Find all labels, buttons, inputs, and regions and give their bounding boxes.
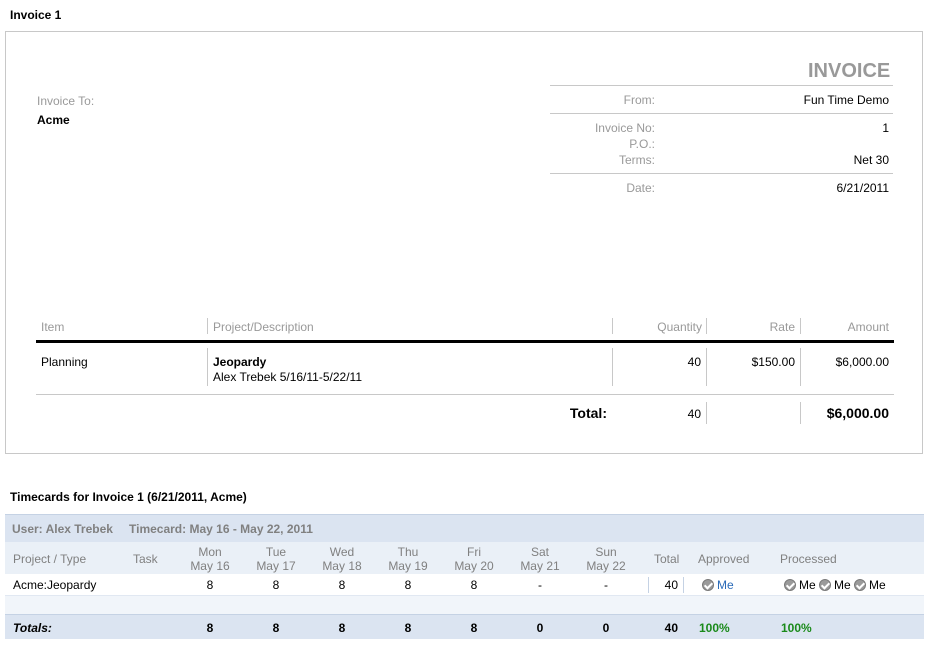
column-separator bbox=[648, 577, 649, 593]
row-hours-fri: 8 bbox=[470, 578, 478, 592]
terms-value: Net 30 bbox=[853, 153, 889, 167]
column-separator bbox=[207, 348, 208, 386]
column-header-item: Item bbox=[41, 320, 65, 334]
column-header-fri: Fri May 20 bbox=[454, 545, 494, 573]
invoice-no-label: Invoice No: bbox=[594, 121, 655, 135]
column-separator bbox=[683, 577, 684, 593]
invoice-to-value: Acme bbox=[37, 113, 70, 127]
totals-sun: 0 bbox=[602, 621, 610, 635]
totals-fri: 8 bbox=[470, 621, 478, 635]
table-row-spacer bbox=[5, 595, 924, 614]
totals-wed: 8 bbox=[338, 621, 346, 635]
row-project: Acme:Jeopardy bbox=[13, 578, 97, 592]
line-item: Planning bbox=[41, 355, 88, 369]
line-description: Alex Trebek 5/16/11-5/22/11 bbox=[213, 370, 362, 384]
line-project: Jeopardy bbox=[213, 355, 267, 369]
invoice-no-value: 1 bbox=[882, 121, 889, 135]
timecard-column-header: Project / Type Task Mon May 16 Tue May 1… bbox=[5, 542, 924, 574]
invoice-heading: INVOICE bbox=[808, 60, 891, 82]
column-header-sun: Sun May 22 bbox=[586, 545, 626, 573]
row-hours-wed: 8 bbox=[338, 578, 346, 592]
column-header-processed: Processed bbox=[780, 552, 837, 566]
divider bbox=[36, 394, 894, 395]
column-header-approved: Approved bbox=[698, 552, 750, 566]
totals-label: Totals: bbox=[13, 621, 52, 635]
timecard-label: Timecard: May 16 - May 22, 2011 bbox=[129, 522, 313, 536]
column-header-thu: Thu May 19 bbox=[388, 545, 428, 573]
from-value: Fun Time Demo bbox=[803, 93, 889, 107]
processed-check-icon bbox=[819, 579, 832, 591]
totals-thu: 8 bbox=[404, 621, 412, 635]
column-separator bbox=[706, 402, 707, 424]
column-header-quantity: Quantity bbox=[657, 320, 702, 334]
table-row: Acme:Jeopardy 8 8 8 8 8 - - 40 Me Me Me … bbox=[5, 575, 924, 595]
column-separator bbox=[706, 348, 707, 386]
date-label: Date: bbox=[626, 181, 655, 195]
timecard-user-header: User: Alex Trebek Timecard: May 16 - May… bbox=[5, 514, 924, 542]
column-separator bbox=[612, 318, 613, 334]
column-header-wed: Wed May 18 bbox=[322, 545, 362, 573]
divider bbox=[550, 85, 893, 86]
processed-check-icon bbox=[784, 579, 796, 591]
date-value: 6/21/2011 bbox=[836, 181, 890, 195]
processed-by: Me bbox=[834, 578, 851, 592]
row-hours-tue: 8 bbox=[272, 578, 280, 592]
column-header-tue: Tue May 17 bbox=[256, 545, 296, 573]
processed-by: Me bbox=[799, 578, 816, 592]
column-separator bbox=[800, 402, 801, 424]
column-header-amount: Amount bbox=[847, 320, 889, 334]
totals-sat: 0 bbox=[536, 621, 544, 635]
column-header-task: Task bbox=[133, 552, 158, 566]
user-label: User: Alex Trebek bbox=[12, 522, 113, 536]
divider bbox=[550, 173, 893, 174]
totals-tue: 8 bbox=[272, 621, 280, 635]
approved-cell: Me bbox=[702, 578, 734, 592]
invoice-to-label: Invoice To: bbox=[37, 94, 95, 108]
column-separator bbox=[612, 348, 613, 386]
page-title: Invoice 1 bbox=[10, 8, 62, 22]
processed-percent: 100% bbox=[781, 621, 812, 635]
po-label: P.O.: bbox=[629, 137, 655, 151]
timecards-title: Timecards for Invoice 1 (6/21/2011, Acme… bbox=[10, 490, 247, 504]
column-separator bbox=[706, 318, 707, 334]
total-quantity: 40 bbox=[687, 407, 701, 421]
approved-percent: 100% bbox=[699, 621, 730, 635]
column-header-total: Total bbox=[654, 552, 680, 566]
processed-cell: Me Me Me bbox=[784, 578, 886, 592]
from-label: From: bbox=[623, 93, 655, 107]
totals-row: Totals: 8 8 8 8 8 0 0 40 100% 100% bbox=[5, 614, 924, 639]
column-header-sat: Sat May 21 bbox=[520, 545, 560, 573]
column-separator bbox=[800, 348, 801, 386]
row-total: 40 bbox=[664, 578, 678, 592]
totals-mon: 8 bbox=[206, 621, 214, 635]
approved-by-link[interactable]: Me bbox=[717, 578, 734, 592]
terms-label: Terms: bbox=[619, 153, 655, 167]
approved-check-icon bbox=[702, 579, 714, 591]
total-amount: $6,000.00 bbox=[826, 405, 889, 421]
column-header-mon: Mon May 16 bbox=[190, 545, 230, 573]
processed-by: Me bbox=[869, 578, 886, 592]
line-amount: $6,000.00 bbox=[835, 355, 889, 369]
processed-check-icon bbox=[854, 579, 867, 591]
totals-total: 40 bbox=[664, 621, 678, 635]
column-separator bbox=[207, 318, 208, 334]
row-hours-sun: - bbox=[604, 578, 608, 592]
row-hours-thu: 8 bbox=[404, 578, 412, 592]
column-header-project-type: Project / Type bbox=[13, 552, 87, 566]
divider bbox=[550, 113, 893, 114]
table-header-rule bbox=[36, 340, 894, 343]
row-hours-sat: - bbox=[538, 578, 542, 592]
line-quantity: 40 bbox=[687, 355, 701, 369]
total-label: Total: bbox=[569, 405, 607, 421]
column-header-rate: Rate bbox=[769, 320, 795, 334]
row-hours-mon: 8 bbox=[206, 578, 214, 592]
column-header-project: Project/Description bbox=[213, 320, 314, 334]
column-separator bbox=[800, 318, 801, 334]
line-rate: $150.00 bbox=[751, 355, 795, 369]
